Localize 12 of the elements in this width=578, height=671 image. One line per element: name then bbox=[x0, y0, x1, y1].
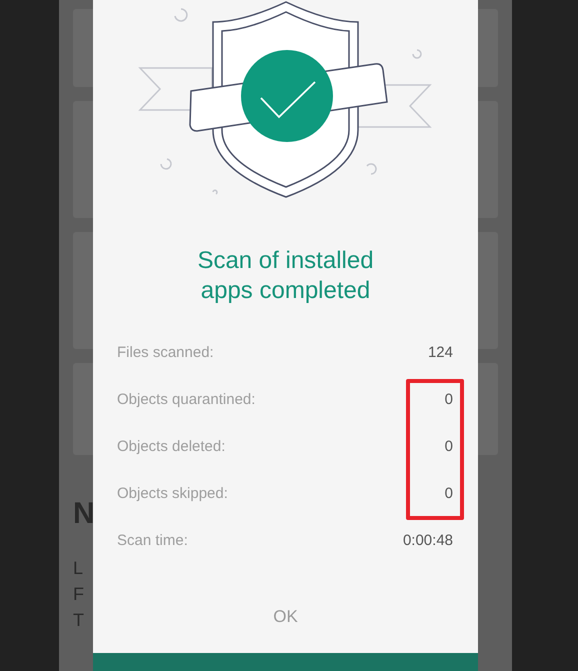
stat-label: Objects quarantined: bbox=[117, 390, 256, 410]
stat-value: 0 bbox=[444, 484, 453, 504]
stat-value: 0 bbox=[444, 390, 453, 410]
stat-value: 0 bbox=[444, 437, 453, 458]
stat-label: Files scanned: bbox=[117, 343, 214, 364]
stat-value: 0:00:48 bbox=[402, 531, 453, 552]
stat-value: 124 bbox=[428, 343, 453, 364]
stat-label: Scan time: bbox=[117, 531, 188, 552]
ok-button[interactable]: OK bbox=[259, 598, 312, 635]
stat-label: Objects skipped: bbox=[117, 484, 228, 504]
stat-label: Objects deleted: bbox=[117, 437, 226, 458]
dialog-title: Scan of installed apps completed bbox=[196, 246, 375, 306]
